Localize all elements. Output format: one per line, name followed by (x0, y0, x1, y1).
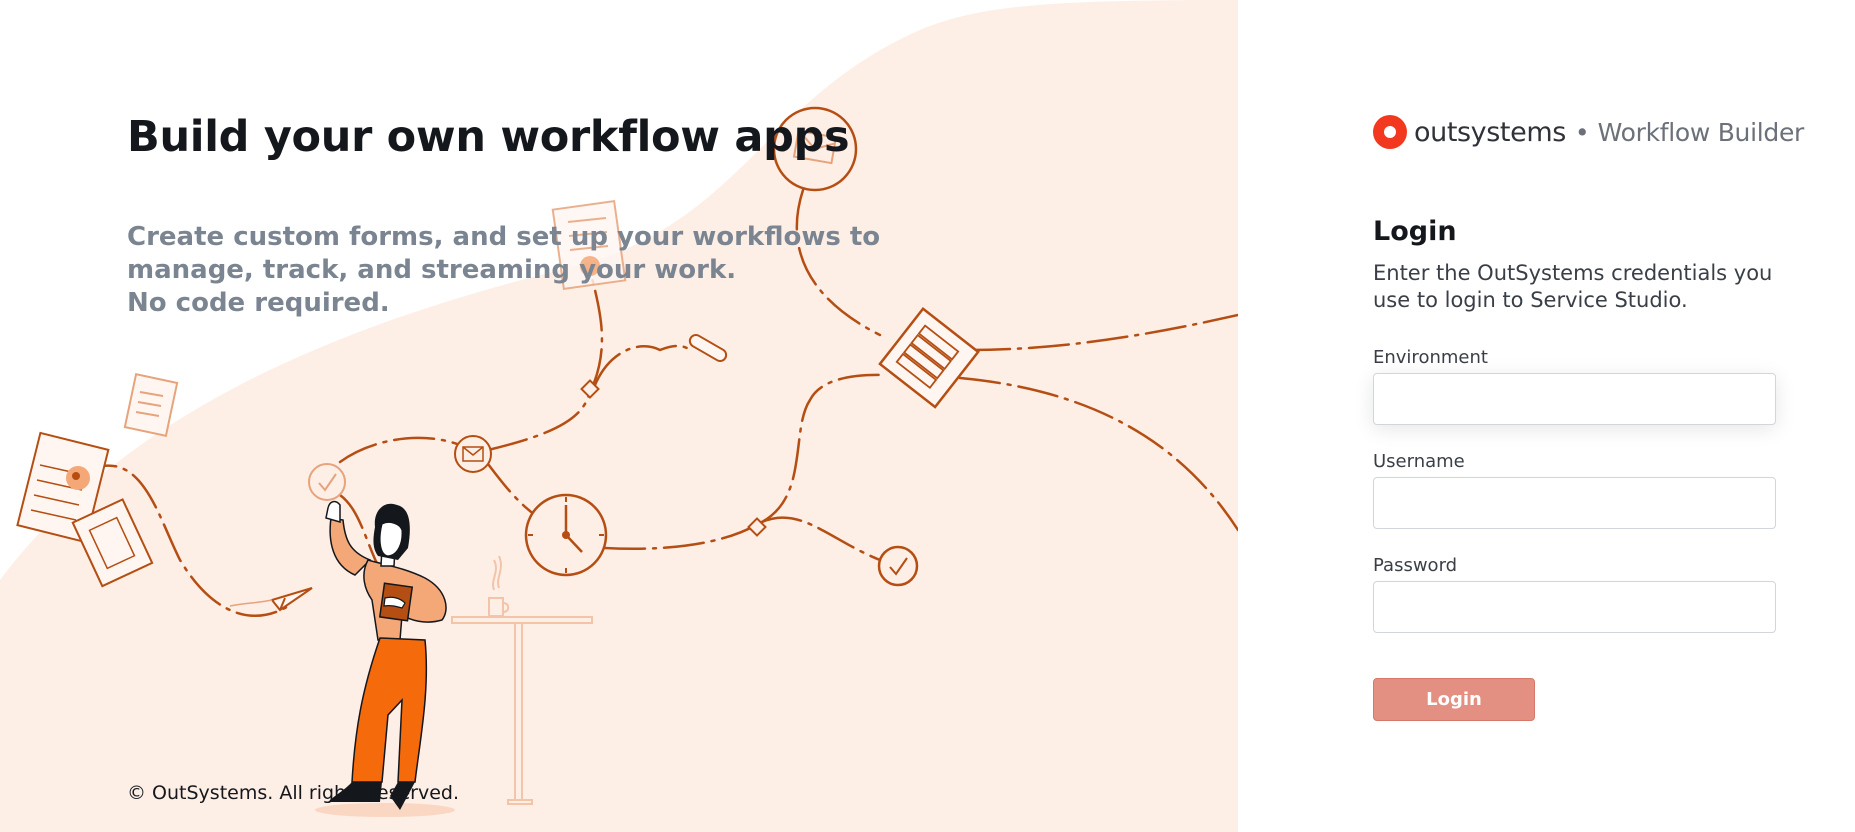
brand-separator: • (1574, 117, 1590, 147)
login-title: Login (1373, 216, 1457, 247)
username-input[interactable] (1373, 477, 1776, 529)
checkmark-icon (308, 463, 346, 501)
outsystems-logo-icon (1373, 115, 1407, 149)
environment-label: Environment (1373, 347, 1488, 368)
login-button[interactable]: Login (1373, 678, 1535, 721)
brand-product: Workflow Builder (1597, 117, 1805, 147)
hero-subtitle-line: Create custom forms, and set up your wor… (127, 222, 881, 252)
environment-input[interactable] (1373, 373, 1776, 425)
mail-icon (454, 435, 492, 473)
brand-header: outsystems • Workflow Builder (1373, 112, 1804, 152)
clock-icon (524, 493, 608, 577)
hero-subtitle-line: No code required. (127, 288, 390, 318)
login-panel: outsystems • Workflow Builder Login Ente… (1238, 0, 1855, 832)
login-description: Enter the OutSystems credentials you use… (1373, 261, 1773, 312)
hero-panel: Build your own workflow apps Create cust… (0, 0, 1238, 832)
copyright-text: © OutSystems. All rights reserved. (127, 782, 460, 804)
checkmark-icon (877, 545, 919, 587)
hero-title: Build your own workflow apps (127, 112, 850, 162)
hero-subtitle-line: manage, track, and streaming your work. (127, 255, 737, 285)
password-label: Password (1373, 555, 1458, 576)
brand-name: outsystems (1414, 116, 1566, 148)
password-input[interactable] (1373, 581, 1776, 633)
username-label: Username (1373, 451, 1465, 472)
hero-subtitle: Create custom forms, and set up your wor… (127, 221, 881, 320)
